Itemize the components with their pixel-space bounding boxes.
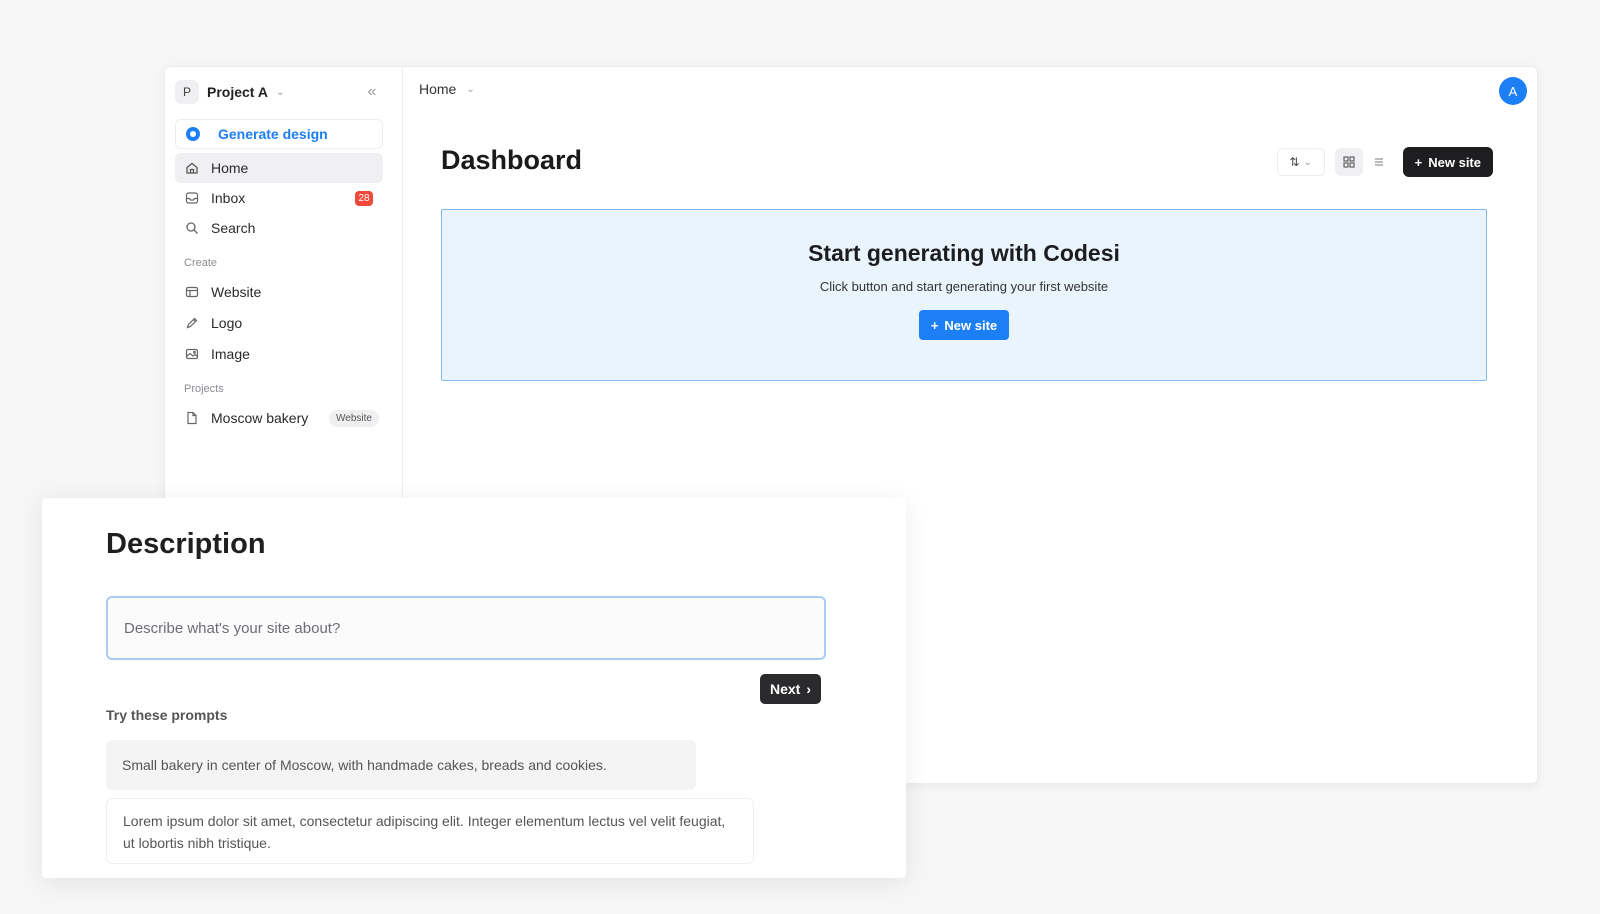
list-view-button[interactable] (1365, 148, 1393, 176)
project-switcher[interactable]: P Project A ⌄ (175, 79, 284, 105)
sort-button[interactable]: ⇅ ⌄ (1276, 148, 1325, 176)
view-toggle (1334, 148, 1393, 176)
sidebar-item-image[interactable]: Image (175, 339, 383, 369)
chevron-down-icon: ⌄ (466, 83, 475, 95)
prompt-suggestion[interactable]: Small bakery in center of Moscow, with h… (106, 740, 696, 790)
generate-design-button[interactable]: Generate design (175, 119, 383, 149)
grid-view-button[interactable] (1334, 148, 1363, 176)
list-icon (1374, 158, 1383, 166)
plus-icon: + (1414, 154, 1423, 170)
generate-design-label: Generate design (218, 126, 328, 142)
get-started-banner: Start generating with Codesi Click butto… (441, 209, 1487, 381)
next-button[interactable]: Next › (760, 674, 822, 704)
project-avatar: P (175, 80, 199, 104)
sidebar-item-search[interactable]: Search (175, 213, 383, 243)
breadcrumb-home: Home (419, 81, 457, 97)
image-icon (185, 347, 199, 361)
sidebar-item-label: Website (211, 284, 262, 300)
next-label: Next (770, 681, 801, 697)
chevron-right-icon: › (806, 681, 812, 697)
section-label-create: Create (184, 257, 218, 269)
grid-icon (1343, 156, 1355, 168)
sidebar-item-logo[interactable]: Logo (175, 308, 383, 338)
chevron-down-icon: ⌄ (275, 86, 285, 98)
inbox-count-badge: 28 (355, 191, 373, 206)
description-card: Description Next › Try these prompts Sma… (42, 498, 906, 878)
inbox-icon (185, 191, 199, 205)
prompt-suggestion[interactable]: Lorem ipsum dolor sit amet, consectetur … (106, 798, 754, 864)
sidebar-item-label: Image (211, 346, 250, 362)
user-avatar[interactable]: A (1499, 77, 1527, 105)
banner-title: Start generating with Codesi (808, 240, 1120, 266)
sidebar-item-website[interactable]: Website (175, 277, 383, 307)
browser-window-icon (185, 285, 199, 299)
prompts-heading: Try these prompts (106, 707, 228, 723)
plus-icon: + (930, 317, 939, 333)
sidebar-item-label: Inbox (211, 190, 246, 206)
banner-new-site-button[interactable]: + New site (918, 310, 1010, 340)
sidebar-item-inbox[interactable]: Inbox 28 (175, 183, 383, 213)
chevron-down-icon: ⌄ (1303, 156, 1312, 168)
section-label-projects: Projects (184, 383, 224, 395)
sidebar-item-label: Home (211, 160, 249, 176)
sort-icon: ⇅ (1289, 155, 1300, 169)
breadcrumb[interactable]: Home ⌄ (419, 81, 475, 97)
project-type-tag: Website (329, 410, 379, 427)
description-input[interactable] (106, 596, 826, 660)
sidebar-item-label: Moscow bakery (211, 410, 309, 426)
page-title: Dashboard (441, 145, 583, 175)
gear-icon (186, 127, 200, 141)
sidebar-item-label: Logo (211, 315, 243, 331)
home-icon (185, 161, 199, 175)
description-title: Description (106, 528, 266, 560)
sidebar-item-label: Search (211, 220, 256, 236)
banner-new-site-label: New site (944, 317, 998, 333)
file-icon (185, 411, 199, 425)
pen-icon (185, 316, 199, 330)
new-site-button[interactable]: + New site (1402, 147, 1493, 177)
project-name: Project A (207, 84, 268, 100)
new-site-label: New site (1428, 154, 1481, 170)
banner-subtitle: Click button and start generating your f… (819, 279, 1109, 294)
sidebar-item-moscow-bakery[interactable]: Moscow bakery Website (175, 403, 383, 433)
dashboard-toolbar: ⇅ ⌄ + New site (1276, 147, 1493, 177)
collapse-sidebar-icon[interactable]: « (361, 81, 383, 103)
search-icon (185, 221, 199, 235)
sidebar-item-home[interactable]: Home (175, 153, 383, 183)
